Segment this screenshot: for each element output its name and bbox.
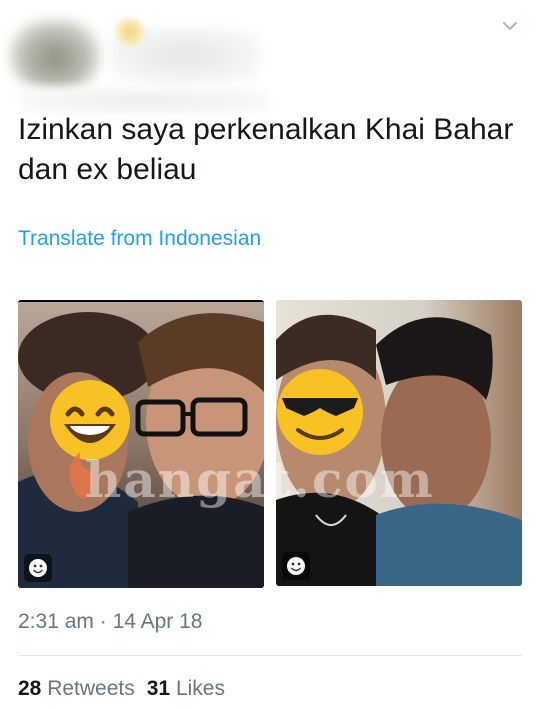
photo-2[interactable] — [276, 300, 522, 586]
translate-link[interactable]: Translate from Indonesian — [18, 227, 261, 251]
photo-1-image — [18, 302, 264, 588]
likes-count: 31 — [146, 677, 171, 700]
tweet-timestamp[interactable]: 2:31 am · 14 Apr 18 — [18, 610, 202, 634]
timestamp-separator: · — [99, 610, 107, 633]
tweet-header — [0, 0, 536, 114]
retweets-count: 28 — [18, 677, 42, 700]
engagement-stats: 28 Retweets 31 Likes — [18, 677, 225, 701]
retweets-label: Retweets — [47, 677, 135, 700]
smiley-icon[interactable] — [282, 552, 310, 580]
retweets-stat[interactable]: 28 Retweets — [18, 677, 135, 700]
divider — [18, 655, 522, 656]
photo-1[interactable] — [18, 300, 264, 588]
badge-icon — [116, 18, 144, 46]
media-grid — [18, 300, 522, 588]
tweet-time: 2:31 am — [18, 610, 94, 633]
smiley-icon[interactable] — [24, 554, 52, 582]
chevron-down-icon[interactable] — [500, 16, 520, 36]
tweet-text: Izinkan saya perkenalkan Khai Bahar dan … — [18, 113, 514, 186]
photo-2-image — [276, 300, 522, 586]
grinning-face-emoji — [50, 380, 130, 460]
likes-label: Likes — [175, 677, 225, 700]
avatar[interactable] — [10, 20, 100, 90]
tweet-date: 14 Apr 18 — [112, 610, 203, 633]
likes-stat[interactable]: 31 Likes — [147, 677, 225, 700]
sunglasses-face-emoji — [277, 369, 363, 455]
